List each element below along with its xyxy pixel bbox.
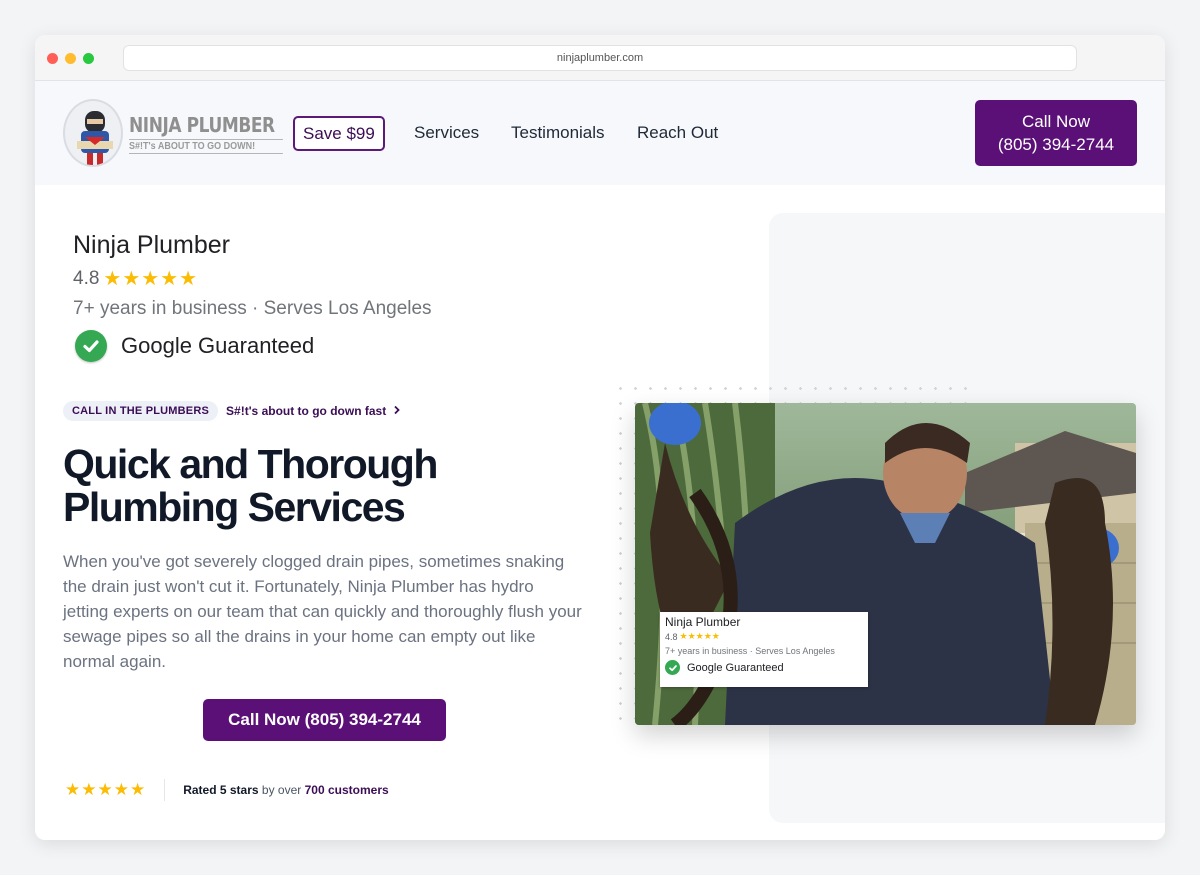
logo-wordmark: NINJA PLUMBER S#!T's ABOUT TO GO DOWN! [129,113,300,154]
nav-testimonials[interactable]: Testimonials [511,123,605,143]
hero-description: When you've got severely clogged drain p… [63,552,582,671]
photo-card-stars-icon: ★★★★★ [679,631,720,641]
google-guaranteed-badge: Google Guaranteed [75,330,314,362]
announcement-link[interactable]: S#!t's about to go down fast [226,404,401,418]
check-icon [75,330,107,362]
maximize-window-button[interactable] [83,53,94,64]
site-header: NINJA PLUMBER S#!T's ABOUT TO GO DOWN! S… [35,81,1165,185]
announcement-pill: CALL IN THE PLUMBERS [63,401,219,421]
ninja-mascot-icon [63,99,123,167]
nav-services[interactable]: Services [414,123,479,143]
rating-value: 4.8 [73,267,100,289]
hero-call-button[interactable]: Call Now (805) 394-2744 [203,699,446,741]
photo-card-rating: 4.8 ★★★★★ [665,631,863,642]
logo-name: NINJA PLUMBER [129,112,275,137]
business-rating: 4.8 ★★★★★ [73,266,198,291]
window-controls [47,53,94,64]
browser-titlebar: ninjaplumber.com [35,35,1165,81]
photo-card-info: 7+ years in business · Serves Los Angele… [665,646,835,656]
photo-card-guarantee-label: Google Guaranteed [687,661,784,674]
photo-card-guarantee: Google Guaranteed [665,660,863,675]
header-call-button[interactable]: Call Now (805) 394-2744 [975,100,1137,166]
reviews-text: Rated 5 stars by over 700 customers [183,783,388,797]
announcement-row[interactable]: CALL IN THE PLUMBERS S#!t's about to go … [63,401,401,421]
hero-photo: Ninja Plumber 4.8 ★★★★★ 7+ years in busi… [635,403,1136,725]
photo-business-card: Ninja Plumber 4.8 ★★★★★ 7+ years in busi… [660,612,868,687]
address-bar-url: ninjaplumber.com [556,52,644,64]
review-stars-icon: ★★★★★ [65,780,147,799]
google-guaranteed-label: Google Guaranteed [121,333,315,358]
check-icon [665,660,680,675]
business-name: Ninja Plumber [73,231,231,259]
chevron-right-icon [393,405,400,415]
by-over-text: by over [258,783,305,797]
photo-card-name: Ninja Plumber [665,615,741,629]
reviews-summary: ★★★★★ Rated 5 stars by over 700 customer… [65,779,389,801]
hero-headline-line-2: Plumbing Services [63,484,406,530]
nav-reach-out[interactable]: Reach Out [637,123,718,143]
hero-section: Ninja Plumber 4.8 ★★★★★ 7+ years in busi… [35,185,1165,840]
rated-text: Rated 5 stars [183,783,259,797]
header-call-phone: (805) 394-2744 [997,135,1115,154]
close-window-button[interactable] [47,53,58,64]
save-offer-button[interactable]: Save $99 [293,116,385,151]
customer-count: 700 customers [304,783,389,797]
address-bar[interactable]: ninjaplumber.com [123,45,1077,71]
header-call-label: Call Now [1021,112,1091,131]
site-logo[interactable]: NINJA PLUMBER S#!T's ABOUT TO GO DOWN! [63,99,300,167]
logo-tagline: S#!T's ABOUT TO GO DOWN! [129,138,284,154]
hero-headline-line-1: Quick and Thorough [63,441,438,487]
hero-headline: Quick and Thorough Plumbing Services [63,441,438,530]
rating-stars-icon: ★★★★★ [103,268,199,290]
announcement-link-text: S#!t's about to go down fast [226,404,387,418]
browser-window: ninjaplumber.com NINJA PLUMBER S#!T's AB… [35,35,1165,840]
photo-card-rating-value: 4.8 [665,631,678,642]
business-info: 7+ years in business · Serves Los Angele… [73,298,432,319]
reviews-divider [164,779,166,801]
minimize-window-button[interactable] [65,53,76,64]
